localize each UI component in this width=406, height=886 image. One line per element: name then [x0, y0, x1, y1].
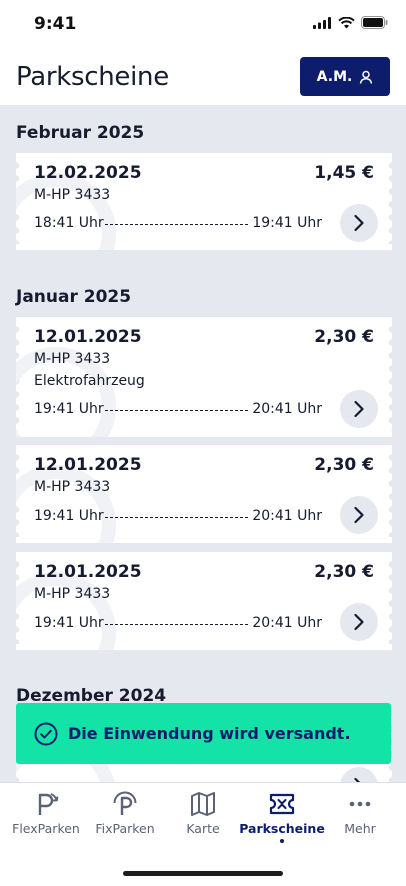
- ticket-plate: M-HP 3433: [34, 187, 111, 203]
- tab-label: FlexParken: [12, 821, 80, 836]
- time-divider: [105, 224, 248, 225]
- ticket-icon: [269, 793, 295, 815]
- ticket-end-time: 20:41 Uhr: [252, 401, 322, 417]
- signal-icon: [313, 16, 331, 29]
- tab-flexparken[interactable]: FlexParken: [6, 791, 86, 836]
- account-button[interactable]: A.M.: [300, 57, 390, 96]
- user-icon: [360, 70, 373, 84]
- watermark-logo: [16, 465, 116, 543]
- account-initials: A.M.: [316, 68, 353, 85]
- success-toast: Die Einwendung wird versandt.: [16, 703, 391, 764]
- month-heading: Februar 2025: [16, 123, 145, 143]
- chevron-right-icon: [354, 214, 364, 232]
- status-bar: 9:41: [0, 0, 406, 50]
- ticket-start-time: 19:41 Uhr: [34, 401, 104, 417]
- ticket-price: 2,30 €: [314, 562, 374, 582]
- time-divider: [105, 517, 248, 518]
- ticket-card[interactable]: 12.02.2025 1,45 € M-HP 3433 18:41 Uhr 19…: [16, 153, 392, 250]
- ticket-price: 2,30 €: [314, 327, 374, 347]
- ticket-detail-button[interactable]: [340, 767, 378, 782]
- ticket-end-time: 20:41 Uhr: [252, 615, 322, 631]
- ticket-price: 1,45 €: [314, 163, 374, 183]
- watermark-logo: [16, 173, 116, 250]
- app-header: Parkscheine A.M.: [0, 50, 406, 105]
- tab-label: Karte: [186, 821, 220, 836]
- ticket-date: 12.01.2025: [34, 455, 142, 475]
- ticket-vehicle-type: Elektrofahrzeug: [34, 373, 145, 389]
- ticket-detail-button[interactable]: [340, 390, 378, 428]
- tab-parkscheine[interactable]: Parkscheine: [239, 791, 325, 843]
- more-icon: [349, 801, 371, 807]
- ticket-start-time: 19:41 Uhr: [34, 615, 104, 631]
- ticket-card[interactable]: 12.01.2025 2,30 € M-HP 3433 Elektrofahrz…: [16, 317, 392, 437]
- ticket-plate: M-HP 3433: [34, 479, 111, 495]
- chevron-right-icon: [354, 400, 364, 418]
- tab-label: Mehr: [344, 821, 376, 836]
- tab-mehr[interactable]: Mehr: [320, 791, 400, 836]
- ticket-price: 2,30 €: [314, 455, 374, 475]
- ticket-card[interactable]: 12.01.2025 2,30 € M-HP 3433 19:41 Uhr 20…: [16, 552, 392, 650]
- ticket-date: 12.02.2025: [34, 163, 142, 183]
- status-icons: [313, 16, 388, 29]
- time-divider: [105, 624, 248, 625]
- time-divider: [105, 410, 248, 411]
- ticket-card[interactable]: 12.01.2025 2,30 € M-HP 3433 19:41 Uhr 20…: [16, 445, 392, 543]
- page-title: Parkscheine: [16, 62, 169, 92]
- fixparken-icon: [113, 791, 137, 815]
- check-circle-icon: [34, 722, 58, 745]
- ticket-list[interactable]: Februar 2025 12.02.2025 1,45 € M-HP 3433…: [0, 105, 406, 782]
- chevron-right-icon: [354, 613, 364, 631]
- tab-label: FixParken: [95, 821, 155, 836]
- home-indicator[interactable]: [123, 871, 283, 876]
- battery-icon: [361, 16, 388, 29]
- ticket-detail-button[interactable]: [340, 496, 378, 534]
- ticket-plate: M-HP 3433: [34, 351, 111, 367]
- ticket-start-time: 18:41 Uhr: [34, 215, 104, 231]
- ticket-date: 12.01.2025: [34, 562, 142, 582]
- chevron-right-icon: [354, 506, 364, 524]
- ticket-detail-button[interactable]: [340, 603, 378, 641]
- wifi-icon: [338, 16, 355, 28]
- ticket-end-time: 19:41 Uhr: [252, 215, 322, 231]
- ticket-plate: M-HP 3433: [34, 586, 111, 602]
- tab-karte[interactable]: Karte: [163, 791, 243, 836]
- tab-label: Parkscheine: [239, 821, 325, 836]
- ticket-date: 12.01.2025: [34, 327, 142, 347]
- month-heading: Januar 2025: [16, 287, 132, 307]
- map-icon: [191, 792, 215, 816]
- watermark-logo: [16, 572, 116, 650]
- ticket-detail-button[interactable]: [340, 204, 378, 242]
- ticket-start-time: 19:41 Uhr: [34, 508, 104, 524]
- ticket-end-time: 20:41 Uhr: [252, 508, 322, 524]
- active-indicator: [280, 839, 284, 843]
- toast-message: Die Einwendung wird versandt.: [68, 724, 351, 743]
- flexparken-icon: [38, 793, 59, 815]
- status-time: 9:41: [34, 14, 77, 34]
- tab-fixparken[interactable]: FixParken: [85, 791, 165, 836]
